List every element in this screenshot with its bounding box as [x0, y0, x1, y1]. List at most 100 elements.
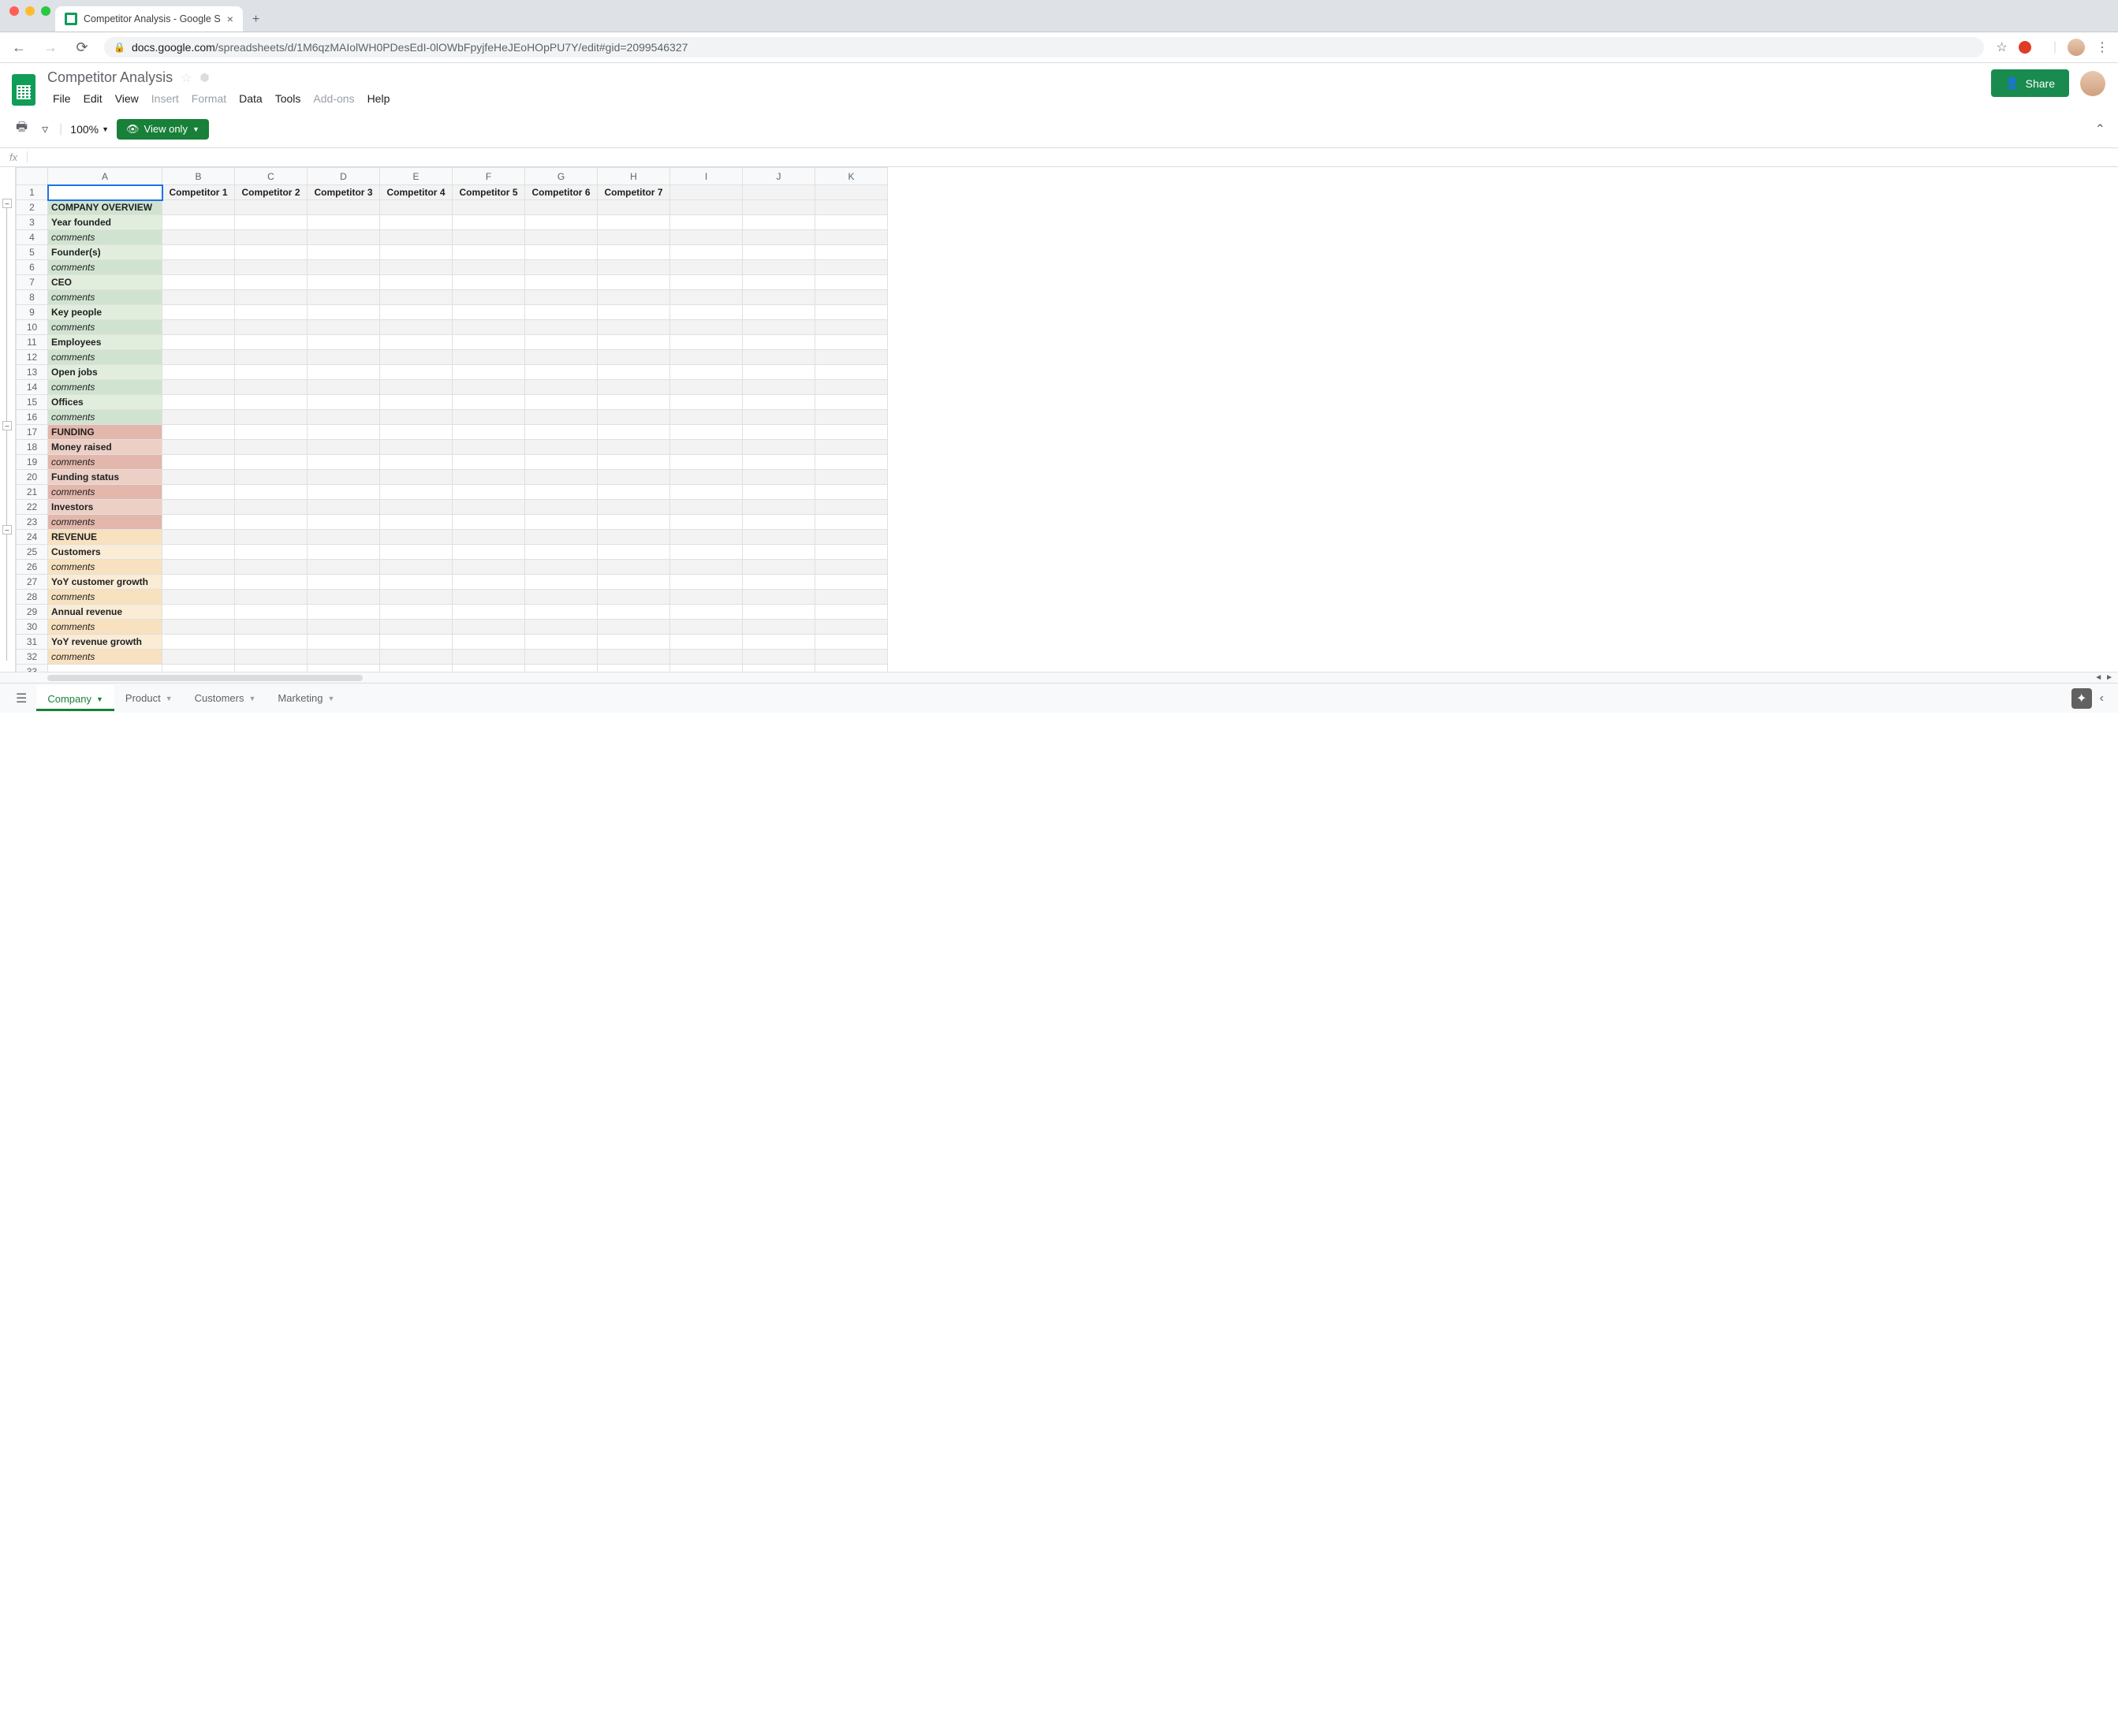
cell[interactable]	[525, 260, 598, 275]
cell[interactable]	[598, 500, 670, 515]
cell[interactable]	[598, 395, 670, 410]
cell[interactable]	[453, 440, 525, 455]
cell[interactable]	[815, 320, 888, 335]
zoom-dropdown[interactable]: 100% ▼	[70, 123, 109, 136]
column-header[interactable]: E	[380, 168, 453, 185]
cell[interactable]	[743, 410, 815, 425]
cell[interactable]	[670, 665, 743, 672]
cell[interactable]	[815, 380, 888, 395]
cell[interactable]	[162, 215, 235, 230]
cell[interactable]: COMPANY OVERVIEW	[48, 200, 162, 215]
cell[interactable]	[162, 545, 235, 560]
cell[interactable]	[453, 470, 525, 485]
horizontal-scrollbar[interactable]: ◄ ►	[0, 672, 2118, 683]
cell[interactable]	[308, 410, 380, 425]
row-header[interactable]: 7	[17, 275, 48, 290]
cell[interactable]	[380, 440, 453, 455]
cell[interactable]	[453, 305, 525, 320]
cell[interactable]	[308, 365, 380, 380]
row-header[interactable]: 32	[17, 650, 48, 665]
menu-tools[interactable]: Tools	[270, 89, 307, 108]
scrollbar-thumb[interactable]	[47, 675, 363, 681]
cell[interactable]	[525, 470, 598, 485]
cell[interactable]	[380, 515, 453, 530]
cell[interactable]	[162, 335, 235, 350]
cell[interactable]	[308, 215, 380, 230]
cell[interactable]: comments	[48, 455, 162, 470]
cell[interactable]	[525, 335, 598, 350]
cell[interactable]	[525, 380, 598, 395]
cell[interactable]	[525, 590, 598, 605]
cell[interactable]	[743, 455, 815, 470]
cell[interactable]: Customers	[48, 545, 162, 560]
cell[interactable]: Founder(s)	[48, 245, 162, 260]
cell[interactable]	[815, 545, 888, 560]
cell[interactable]	[525, 650, 598, 665]
cell[interactable]	[598, 560, 670, 575]
new-tab-button[interactable]: +	[243, 8, 269, 32]
cell[interactable]: Competitor 2	[235, 185, 308, 200]
cell[interactable]	[525, 635, 598, 650]
cell[interactable]: Employees	[48, 335, 162, 350]
cell[interactable]	[815, 515, 888, 530]
cell[interactable]	[670, 515, 743, 530]
cell[interactable]	[743, 215, 815, 230]
cell[interactable]	[743, 305, 815, 320]
cell[interactable]	[743, 290, 815, 305]
row-header[interactable]: 24	[17, 530, 48, 545]
cell[interactable]	[598, 350, 670, 365]
cell[interactable]	[525, 290, 598, 305]
cell[interactable]	[235, 575, 308, 590]
cell[interactable]	[235, 650, 308, 665]
cell[interactable]	[525, 500, 598, 515]
cell[interactable]	[235, 605, 308, 620]
cell[interactable]	[380, 500, 453, 515]
cell[interactable]: comments	[48, 380, 162, 395]
cell[interactable]	[162, 305, 235, 320]
row-header[interactable]: 13	[17, 365, 48, 380]
cell[interactable]	[453, 650, 525, 665]
cell[interactable]	[453, 665, 525, 672]
cell[interactable]	[525, 215, 598, 230]
star-icon[interactable]: ☆	[181, 70, 192, 86]
cell[interactable]: Competitor 6	[525, 185, 598, 200]
cell[interactable]	[743, 500, 815, 515]
cell[interactable]	[162, 290, 235, 305]
cell[interactable]	[162, 500, 235, 515]
cell[interactable]	[815, 185, 888, 200]
cell[interactable]	[380, 395, 453, 410]
cell[interactable]	[598, 425, 670, 440]
cell[interactable]	[670, 365, 743, 380]
cell[interactable]	[743, 545, 815, 560]
menu-data[interactable]: Data	[233, 89, 268, 108]
column-header[interactable]: K	[815, 168, 888, 185]
cell[interactable]	[815, 620, 888, 635]
cell[interactable]: Competitor 7	[598, 185, 670, 200]
cell[interactable]	[453, 215, 525, 230]
cell[interactable]	[308, 500, 380, 515]
cell[interactable]	[380, 590, 453, 605]
cell[interactable]	[235, 590, 308, 605]
cell[interactable]	[308, 560, 380, 575]
cell[interactable]	[598, 380, 670, 395]
move-to-drive-icon[interactable]: ⬢	[199, 71, 209, 84]
cell[interactable]	[380, 665, 453, 672]
cell[interactable]	[235, 260, 308, 275]
cell[interactable]	[235, 410, 308, 425]
cell[interactable]	[308, 350, 380, 365]
cell[interactable]	[308, 245, 380, 260]
nav-forward-button[interactable]: →	[41, 39, 60, 56]
cell[interactable]	[453, 590, 525, 605]
row-header[interactable]: 16	[17, 410, 48, 425]
cell[interactable]	[235, 500, 308, 515]
cell[interactable]	[162, 425, 235, 440]
cell[interactable]	[162, 665, 235, 672]
cell[interactable]	[598, 635, 670, 650]
cell[interactable]	[743, 395, 815, 410]
cell[interactable]	[162, 395, 235, 410]
cell[interactable]	[453, 500, 525, 515]
cell[interactable]	[308, 650, 380, 665]
cell[interactable]	[743, 260, 815, 275]
cell[interactable]	[743, 575, 815, 590]
column-header[interactable]: H	[598, 168, 670, 185]
